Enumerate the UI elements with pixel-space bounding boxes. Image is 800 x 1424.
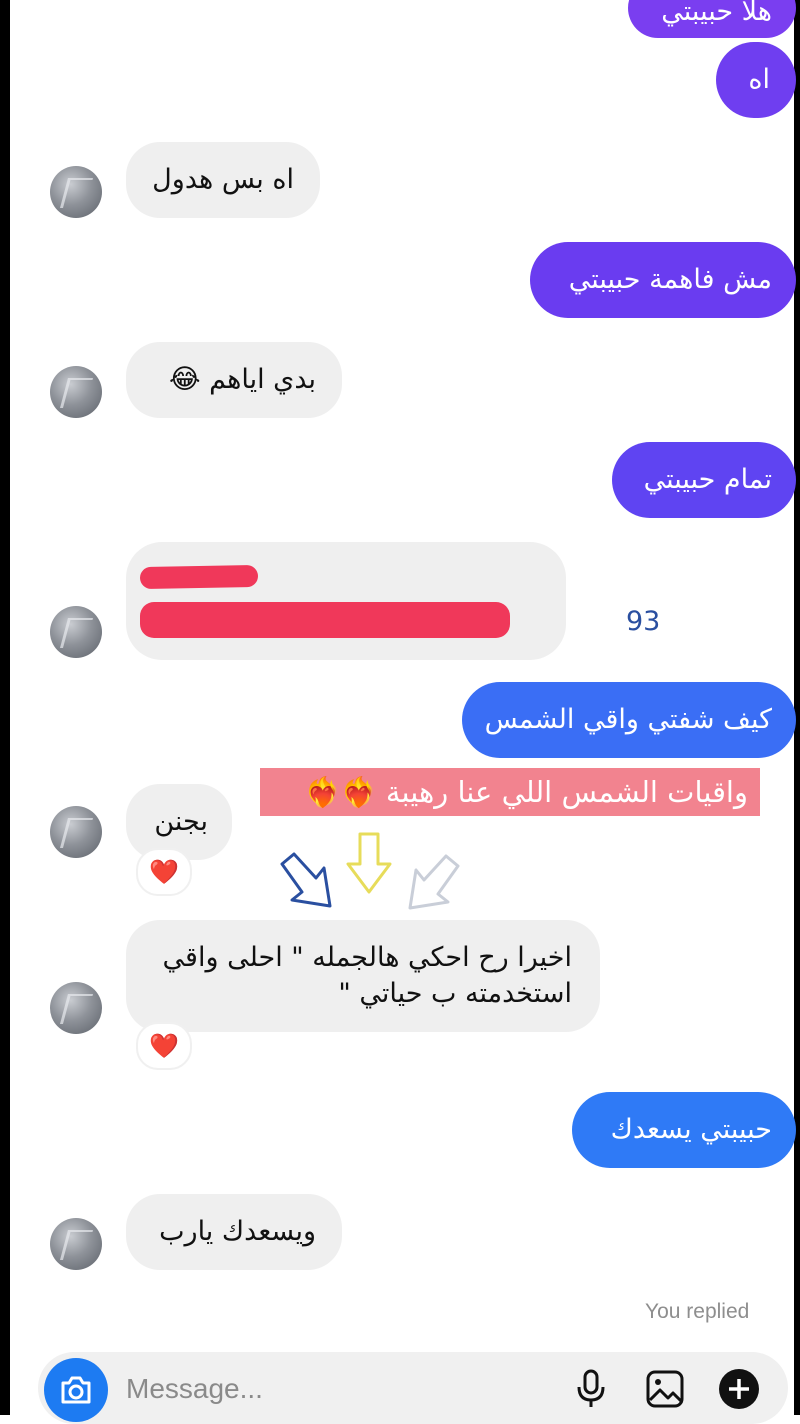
outgoing-message[interactable]: مش فاهمة حبيبتي <box>530 242 796 318</box>
you-replied-status: You replied <box>645 1300 750 1323</box>
incoming-message[interactable]: 93 93 <box>126 542 660 660</box>
arrow-down-right-icon <box>280 852 332 908</box>
contact-avatar[interactable] <box>50 1218 102 1270</box>
message-text: ويسعدك يارب <box>159 1216 316 1247</box>
message-text: هلا حبيبتي <box>661 0 772 27</box>
message-text-line: استخدمته ب حياتي " <box>338 978 572 1009</box>
gallery-button[interactable] <box>644 1368 686 1410</box>
incoming-message[interactable]: اه بس هدول <box>126 142 320 218</box>
redaction-mark <box>140 602 510 638</box>
message-input[interactable] <box>124 1366 548 1412</box>
message-text: بجنن <box>154 806 208 837</box>
camera-icon <box>61 1376 91 1404</box>
message-text: 93 <box>626 606 661 637</box>
heart-reaction[interactable]: ❤️ <box>136 1022 192 1070</box>
story-caption: واقيات الشمس اللي عنا رهيبة ❤️‍🔥❤️‍🔥 <box>260 768 760 816</box>
incoming-message[interactable]: بدي اياهم 😂 <box>126 342 342 418</box>
outgoing-message[interactable]: كيف شفتي واقي الشمس <box>462 682 796 758</box>
heart-reaction[interactable]: ❤️ <box>136 848 192 896</box>
microphone-button[interactable] <box>570 1368 612 1410</box>
contact-avatar[interactable] <box>50 806 102 858</box>
message-text-line: اخيرا رح احكي هالجمله " احلى واقي <box>162 942 572 973</box>
plus-icon <box>719 1369 759 1409</box>
contact-avatar[interactable] <box>50 166 102 218</box>
contact-avatar[interactable] <box>50 366 102 418</box>
redaction-mark <box>139 564 259 590</box>
message-text: بدي اياهم 😂 <box>169 364 316 395</box>
arrow-down-left-icon <box>408 854 460 910</box>
add-button[interactable] <box>718 1368 760 1410</box>
incoming-message[interactable]: ويسعدك يارب <box>126 1194 342 1270</box>
message-text: تمام حبيبتي <box>643 464 772 495</box>
message-text: مش فاهمة حبيبتي <box>568 264 772 295</box>
gallery-icon <box>646 1370 684 1408</box>
right-frame-edge <box>794 0 800 1415</box>
message-composer <box>38 1352 788 1424</box>
outgoing-message[interactable]: تمام حبيبتي <box>612 442 796 518</box>
camera-button[interactable] <box>44 1358 108 1422</box>
message-text: اه بس هدول <box>152 164 294 195</box>
contact-avatar[interactable] <box>50 982 102 1034</box>
outgoing-message[interactable]: اه <box>716 42 796 118</box>
incoming-message[interactable]: اخيرا رح احكي هالجمله " احلى واقي استخدم… <box>126 920 600 1032</box>
incoming-message[interactable]: بجنن <box>126 784 232 860</box>
message-text: حبيبتي يسعدك <box>610 1114 772 1145</box>
message-text: كيف شفتي واقي الشمس <box>484 704 772 735</box>
outgoing-message[interactable]: هلا حبيبتي <box>628 0 796 38</box>
message-text: اه <box>748 64 770 95</box>
contact-avatar[interactable] <box>50 606 102 658</box>
left-frame-edge <box>0 0 10 1415</box>
outgoing-message[interactable]: حبيبتي يسعدك <box>572 1092 796 1168</box>
microphone-icon <box>577 1369 605 1407</box>
arrow-down-icon <box>346 832 392 894</box>
